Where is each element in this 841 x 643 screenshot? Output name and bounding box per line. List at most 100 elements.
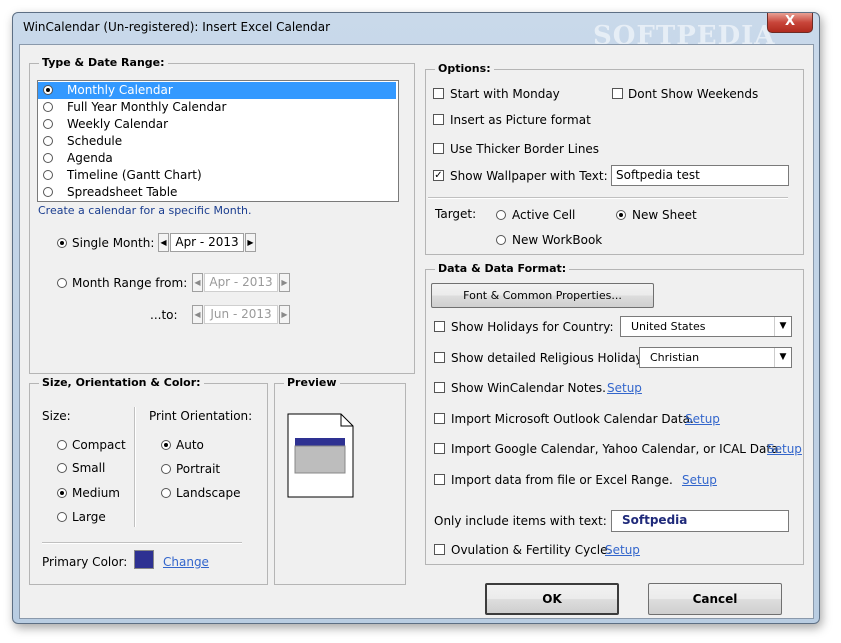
ovulation-checkbox[interactable] — [434, 544, 445, 555]
show-wallpaper-checkbox[interactable]: ✓ — [433, 170, 444, 181]
range-from-next-button[interactable]: ▶ — [279, 273, 290, 292]
insert-picture-checkbox[interactable] — [433, 114, 444, 125]
month-range-radio[interactable] — [57, 278, 67, 288]
target-new-sheet-label: New Sheet — [632, 208, 697, 222]
ovulation-setup-link[interactable]: Setup — [605, 543, 640, 557]
ok-button[interactable]: OK — [485, 583, 619, 615]
orientation-auto-label: Auto — [176, 438, 204, 452]
target-active-cell-radio[interactable] — [496, 210, 506, 220]
window-title: WinCalendar (Un-registered): Insert Exce… — [23, 20, 331, 34]
wincalendar-notes-checkbox[interactable] — [434, 382, 445, 393]
range-from-prev-button[interactable]: ◀ — [192, 273, 203, 292]
orientation-portrait-radio[interactable] — [161, 464, 171, 474]
options-divider — [428, 197, 788, 199]
single-month-prev-button[interactable]: ◀ — [158, 233, 169, 252]
target-new-workbook-radio[interactable] — [496, 235, 506, 245]
orientation-portrait-label: Portrait — [176, 462, 221, 476]
radio-schedule — [43, 136, 53, 146]
preview-page-svg — [287, 413, 354, 498]
orientation-auto-radio[interactable] — [161, 440, 171, 450]
list-item-monthly[interactable]: Monthly Calendar — [38, 82, 396, 99]
notes-setup-link[interactable]: Setup — [607, 381, 642, 395]
size-compact-radio[interactable] — [57, 440, 67, 450]
range-to-spinner: ◀ Jun - 2013 ▶ — [192, 305, 291, 324]
cancel-button[interactable]: Cancel — [648, 583, 782, 615]
file-setup-link[interactable]: Setup — [682, 473, 717, 487]
single-month-value[interactable]: Apr - 2013 — [170, 233, 244, 252]
list-item-agenda[interactable]: Agenda — [38, 150, 396, 167]
list-item-label: Schedule — [67, 134, 123, 148]
google-import-checkbox[interactable] — [434, 443, 445, 454]
orientation-landscape-radio[interactable] — [161, 488, 171, 498]
list-item-full-year[interactable]: Full Year Monthly Calendar — [38, 99, 396, 116]
radio-agenda — [43, 153, 53, 163]
chevron-down-icon[interactable]: ▼ — [774, 317, 791, 336]
orientation-landscape-label: Landscape — [176, 486, 241, 500]
size-medium-radio[interactable] — [57, 488, 67, 498]
close-button[interactable]: X — [767, 13, 813, 33]
start-monday-label: Start with Monday — [450, 87, 560, 101]
size-orientation-divider — [134, 407, 136, 527]
list-item-spreadsheet[interactable]: Spreadsheet Table — [38, 184, 396, 201]
range-from-value[interactable]: Apr - 2013 — [204, 273, 278, 292]
size-medium-label: Medium — [72, 486, 120, 500]
filter-text-input[interactable]: Softpedia — [611, 510, 789, 532]
month-range-to-label: ...to: — [150, 308, 178, 322]
primary-color-swatch[interactable] — [134, 550, 154, 569]
calendar-type-description: Create a calendar for a specific Month. — [38, 204, 252, 217]
size-small-radio[interactable] — [57, 463, 67, 473]
target-new-workbook-label: New WorkBook — [512, 233, 603, 247]
month-range-from-label: Month Range from: — [72, 276, 188, 290]
single-month-label: Single Month: — [72, 236, 155, 250]
range-to-value[interactable]: Jun - 2013 — [204, 305, 278, 324]
thicker-border-checkbox[interactable] — [433, 143, 444, 154]
religious-holidays-checkbox[interactable] — [434, 352, 445, 363]
list-item-label: Spreadsheet Table — [67, 185, 178, 199]
single-month-radio[interactable] — [57, 238, 67, 248]
radio-weekly — [43, 119, 53, 129]
outlook-import-checkbox[interactable] — [434, 413, 445, 424]
chevron-down-icon[interactable]: ▼ — [774, 348, 791, 367]
preview-title: Preview — [284, 376, 340, 389]
target-label: Target: — [435, 207, 477, 221]
list-item-weekly[interactable]: Weekly Calendar — [38, 116, 396, 133]
calendar-type-list[interactable]: Monthly Calendar Full Year Monthly Calen… — [37, 80, 399, 202]
holidays-checkbox[interactable] — [434, 321, 445, 332]
google-setup-link[interactable]: Setup — [767, 442, 802, 456]
data-format-title: Data & Data Format: — [435, 262, 570, 275]
filter-text-label: Only include items with text: — [434, 514, 607, 528]
options-title: Options: — [435, 62, 494, 75]
size-color-title: Size, Orientation & Color: — [39, 376, 204, 389]
list-item-label: Agenda — [67, 151, 113, 165]
range-to-next-button[interactable]: ▶ — [279, 305, 290, 324]
radio-full-year — [43, 102, 53, 112]
title-bar[interactable]: WinCalendar (Un-registered): Insert Exce… — [13, 13, 819, 51]
ovulation-label: Ovulation & Fertility Cycle. — [451, 543, 612, 557]
size-compact-label: Compact — [72, 438, 126, 452]
dont-show-weekends-checkbox[interactable] — [612, 88, 623, 99]
start-monday-checkbox[interactable] — [433, 88, 444, 99]
list-item-schedule[interactable]: Schedule — [38, 133, 396, 150]
outlook-import-label: Import Microsoft Outlook Calendar Data. — [451, 412, 694, 426]
change-color-link[interactable]: Change — [163, 555, 209, 569]
dont-show-weekends-label: Dont Show Weekends — [628, 87, 759, 101]
file-import-checkbox[interactable] — [434, 474, 445, 485]
outlook-setup-link[interactable]: Setup — [685, 412, 720, 426]
list-item-label: Full Year Monthly Calendar — [67, 100, 227, 114]
font-properties-button[interactable]: Font & Common Properties... — [431, 283, 654, 308]
religious-holidays-value: Christian — [650, 351, 700, 364]
radio-timeline — [43, 170, 53, 180]
holidays-country-select[interactable]: United States ▼ — [620, 316, 792, 337]
wallpaper-text-input[interactable]: Softpedia test — [611, 165, 789, 186]
religious-holidays-select[interactable]: Christian ▼ — [639, 347, 792, 368]
list-item-timeline[interactable]: Timeline (Gantt Chart) — [38, 167, 396, 184]
list-item-label: Weekly Calendar — [67, 117, 169, 131]
target-new-sheet-radio[interactable] — [616, 210, 626, 220]
range-from-spinner: ◀ Apr - 2013 ▶ — [192, 273, 291, 292]
thicker-border-label: Use Thicker Border Lines — [450, 142, 600, 156]
range-to-prev-button[interactable]: ◀ — [192, 305, 203, 324]
size-small-label: Small — [72, 461, 106, 475]
single-month-next-button[interactable]: ▶ — [245, 233, 256, 252]
size-large-radio[interactable] — [57, 512, 67, 522]
holidays-label: Show Holidays for Country: — [451, 320, 614, 334]
